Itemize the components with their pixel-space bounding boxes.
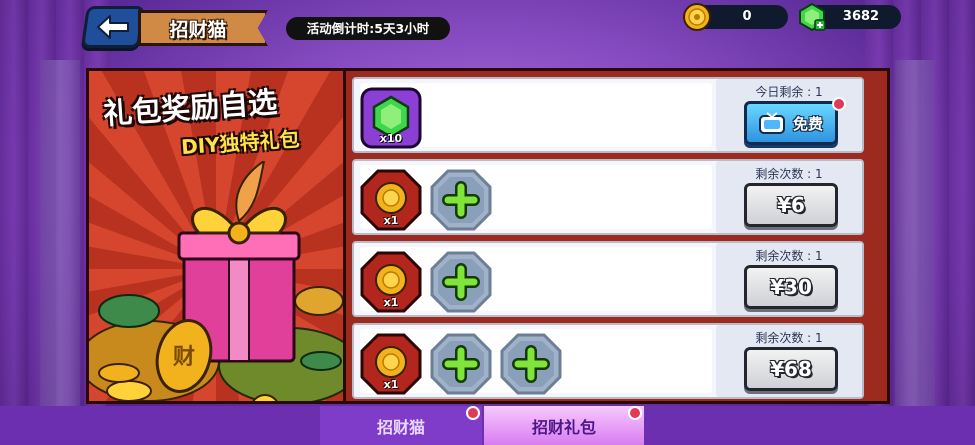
tab-lucky-cat[interactable]: 招财猫 [320,406,482,445]
purchase-column: 剩余次数 : 1 ¥6 [716,161,862,233]
pack-items-area: x10 [360,83,712,149]
event-countdown: 活动倒计时:5天3小时 [286,17,450,40]
bottom-tab-bar: 招财猫 招财礼包 [0,406,975,445]
claim-free-button[interactable]: 免费 [744,101,838,145]
pack-items-area: x1 [360,165,712,231]
buy-pack-button[interactable]: ¥68 [744,347,838,391]
gem-balance: 3682 [799,2,901,32]
item-quantity: x1 [383,378,399,391]
coin-balance: 0 [683,3,788,31]
coin-amount: 0 [742,9,752,24]
tab-label: 招财礼包 [531,417,596,437]
coin-item-slot[interactable]: x1 [360,333,422,395]
gift-pack-panel: 礼包奖励自选 DIY独特礼包 财 x10 今日剩余: 1 免费 x1 剩余次数… [86,68,890,404]
back-arrow-icon [97,15,129,39]
promo-title: 礼包奖励自选 [102,84,279,132]
add-item-slot[interactable] [500,333,562,395]
promo-banner: 礼包奖励自选 DIY独特礼包 财 [89,71,346,401]
pack-row: x1 剩余次数: 1 ¥68 [352,323,864,399]
page-title-tag: 招财猫 [138,10,268,46]
pack-row: x1 剩余次数 : 1 ¥30 [352,241,864,317]
item-quantity: x1 [383,214,399,227]
promo-subtitle: DIY独特礼包 [180,126,301,160]
back-button[interactable] [81,6,145,48]
plus-icon [430,333,492,395]
claim-free-label: 免费 [792,114,823,133]
pillar-left [40,60,80,420]
tab-lucky-gift-pack[interactable]: 招财礼包 [484,406,644,445]
remaining-count: 剩余次数 : 1 [755,331,823,345]
notification-dot-icon [466,406,480,420]
page-title: 招财猫 [169,18,227,41]
tab-label: 招财猫 [376,417,425,437]
purchase-column: 今日剩余 : 1 免费 [716,79,862,151]
gem-amount: 3682 [842,9,880,24]
gift-box-illustration: 财 [89,161,343,401]
item-quantity: x1 [383,296,399,309]
pack-row: x1 剩余次数 : 1 ¥6 [352,159,864,235]
gem-item-slot[interactable]: x10 [360,87,422,149]
tv-icon [758,112,785,134]
purchase-column: 剩余次数 : 1 ¥68 [716,325,862,397]
pack-row: x10 今日剩余 : 1 免费 [352,77,864,153]
notification-dot-icon [832,97,846,111]
item-quantity: x10 [379,132,403,145]
purchase-column: 剩余次数 : 1 ¥30 [716,243,862,315]
add-item-slot[interactable] [430,169,492,231]
plus-icon [430,169,492,231]
coin-item-slot[interactable]: x1 [360,169,422,231]
plus-icon [500,333,562,395]
lucky-coin-glyph: 财 [173,345,195,370]
remaining-count: 剩余次数 : 1 [755,249,823,263]
add-item-slot[interactable] [430,333,492,395]
add-item-slot[interactable] [430,251,492,313]
pillar-right [895,60,935,420]
plus-icon [430,251,492,313]
notification-dot-icon [628,406,642,420]
remaining-count: 剩余次数 : 1 [755,167,823,181]
buy-pack-button[interactable]: ¥30 [744,265,838,309]
coin-item-slot[interactable]: x1 [360,251,422,313]
pack-items-area: x1 [360,329,712,395]
pack-items-area: x1 [360,247,712,313]
buy-pack-button[interactable]: ¥6 [744,183,838,227]
